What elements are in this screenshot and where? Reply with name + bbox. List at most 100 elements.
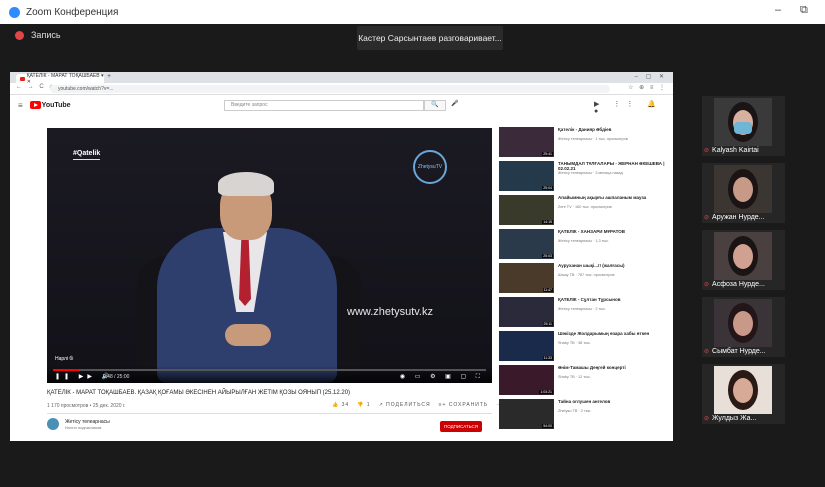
youtube-logo[interactable]: YouTube [29, 101, 71, 109]
search-input[interactable]: Введите запрос [224, 100, 424, 111]
video-title: ҚАТЕЛІК - МАРАТ ТОҚАШБАЕВ. ҚАЗАҚ ҚОҒАМЫ … [47, 390, 351, 396]
recommendation-meta: Жетісу телеарнасы · 1,3 тыс. [558, 239, 610, 243]
participant-tile[interactable]: ⊘ Жулдыз Жа... [702, 364, 785, 424]
menu-icon[interactable]: ≡ [18, 101, 23, 110]
participant-video [714, 366, 772, 414]
recommendation-title[interactable]: Шәкізде Жолдарымың өзара хабы өткен [558, 331, 668, 341]
recommendation-meta: Shaby ТВ · 38 тыс. [558, 341, 591, 345]
header-right-icons[interactable]: ▶ ⋮⋮ 🔔 ● [594, 100, 673, 115]
participant-name-label: Сымбат Нурде... [712, 348, 766, 355]
recommendation-meta: Zere TV · 160 тыс. просмотров [558, 205, 612, 209]
search-icon[interactable]: 🔍 [424, 100, 446, 111]
dislike-button[interactable]: 👎 1 [357, 402, 370, 408]
mic-icon[interactable]: 🎤 [451, 100, 458, 107]
participant-name: ⊘ Аружан Нурде... [704, 214, 765, 221]
participant-tile[interactable]: ⊘ Аружан Нурде... [702, 163, 785, 223]
participant-face [733, 378, 753, 403]
recommendation-title[interactable]: Қателік - Данияр Әбдіев [558, 127, 668, 137]
recommendation-item[interactable]: 11:47 Ауруханан шықі...!! (жалғасы) Шашу Т… [499, 263, 669, 297]
muted-mic-icon: ⊘ [704, 215, 710, 221]
recommendation-meta: Zhetysu ТВ · 2 тыс. [558, 409, 592, 413]
muted-mic-icon: ⊘ [704, 416, 710, 422]
recommendation-title[interactable]: Әнім-Тамашы Деңгей концерті [558, 365, 668, 375]
recommendation-title[interactable]: Тайна оглушен ангелов [558, 399, 668, 409]
participant-name: ⊘ Жулдыз Жа... [704, 415, 756, 422]
video-duration: 1:03:21 [539, 390, 553, 394]
browser-tab[interactable]: ҚАТЕЛІК - МАРАТ ТОҚАШБАЕВ ▾ ✕ [16, 73, 104, 85]
recommendation-thumbnail[interactable]: 25:03 [499, 229, 554, 259]
progress-fill [53, 369, 79, 371]
minimize-button[interactable]: – [775, 4, 781, 16]
recommendation-title[interactable]: ҚАТЕЛІК - ХАНЗАРИ МҰРАТОВ [558, 229, 668, 239]
participant-video [714, 165, 772, 213]
recommendation-thumbnail[interactable]: 25:11 [499, 297, 554, 327]
recommendation-thumbnail[interactable]: 25:04 [499, 161, 554, 191]
video-player[interactable]: #Qatelik ZhetysuTV www.zhetysutv.kz Нарл… [47, 128, 492, 383]
recommendation-meta: Жетісу телеарнасы · 3 месяца назад [558, 171, 623, 175]
url-field[interactable]: youtube.com/watch?v=... [50, 85, 610, 93]
speaker-hair [218, 172, 274, 196]
participant-face [733, 311, 753, 336]
participant-tile[interactable]: ⊘ Асфоза Нурде... [702, 230, 785, 290]
browser-tab-bar: ҚАТЕЛІК - МАРАТ ТОҚАШБАЕВ ▾ ✕ + – ▢ ✕ [10, 72, 673, 85]
maximize-button[interactable]: ⧉ [800, 4, 808, 17]
recommendation-thumbnail[interactable]: 14:15 [499, 195, 554, 225]
save-button[interactable]: ≡+ СОХРАНИТЬ [439, 402, 489, 408]
watermark-url: www.zhetysutv.kz [347, 306, 433, 318]
extensions-icons[interactable]: ☆ ⊕ ≡ ⋮ [628, 84, 667, 91]
video-duration: 25:03 [542, 254, 553, 258]
recommendation-item[interactable]: 1:03:21 Әнім-Тамашы Деңгей концерті Shaby … [499, 365, 669, 399]
recommendation-item[interactable]: 11:33 Шәкізде Жолдарымың өзара хабы өткен… [499, 331, 669, 365]
progress-bar[interactable] [53, 369, 486, 371]
share-button[interactable]: ↗ ПОДЕЛИТЬСЯ [379, 402, 431, 408]
participant-tile[interactable]: ⊘ Сымбат Нурде... [702, 297, 785, 357]
player-settings-controls[interactable]: ◉ ▭ ⚙ ▣ ▢ ⛶ [400, 373, 484, 381]
recording-indicator[interactable]: Запись [15, 30, 61, 40]
participant-name-label: Kalyash Kairtai [712, 147, 759, 154]
recommendation-thumbnail[interactable]: 11:33 [499, 331, 554, 361]
participant-name: ⊘ Kalyash Kairtai [704, 147, 759, 154]
recommendation-thumbnail[interactable]: 1:03:21 [499, 365, 554, 395]
screen-share: ҚАТЕЛІК - МАРАТ ТОҚАШБАЕВ ▾ ✕ + – ▢ ✕ ← … [10, 72, 673, 441]
participant-tile[interactable]: ⊘ Kalyash Kairtai [702, 96, 785, 156]
recommendation-item[interactable]: 25:11 ҚАТЕЛІК - Сұлтан Тұрсынов Жетісу тел… [499, 297, 669, 331]
recommendation-thumbnail[interactable]: 25:41 [499, 127, 554, 157]
recommendation-meta: Жетісу телеарнасы · 2 тыс. [558, 307, 606, 311]
participant-name-label: Асфоза Нурде... [712, 281, 765, 288]
video-duration: 11:33 [542, 356, 553, 360]
show-hashtag: #Qatelik [73, 150, 101, 160]
title-bar: Zoom Конференция – ⧉ [0, 0, 825, 24]
participant-face [733, 177, 753, 202]
recommendation-thumbnail[interactable]: 11:47 [499, 263, 554, 293]
channel-info: Жетісу телеарнасы Nnnnn подписчиков [47, 418, 110, 430]
recommendation-item[interactable]: 25:41 Қателік - Данияр Әбдіев Жетісу телеа… [499, 127, 669, 161]
video-duration: 25:41 [542, 152, 553, 156]
recommendations-list: 25:41 Қателік - Данияр Әбдіев Жетісу телеа… [499, 127, 669, 439]
video-meta: 1 170 просмотров • 25 дек. 2020 г. [47, 403, 126, 409]
recommendation-title[interactable]: Ауруханан шықі...!! (жалғасы) [558, 263, 668, 273]
channel-avatar[interactable] [47, 418, 59, 430]
channel-name[interactable]: Жетісу телеарнасы [65, 419, 110, 425]
recommendation-item[interactable]: 25:03 ҚАТЕЛІК - ХАНЗАРИ МҰРАТОВ Жетісу тел… [499, 229, 669, 263]
participant-name-label: Аружан Нурде... [712, 214, 765, 221]
youtube-favicon-icon [20, 76, 25, 81]
participant-face [733, 244, 753, 269]
participant-name: ⊘ Асфоза Нурде... [704, 281, 765, 288]
recommendation-item[interactable]: 14:15 Апайымның ақырғы ашпаланым мауза Zer… [499, 195, 669, 229]
like-button[interactable]: 👍 34 [332, 402, 349, 408]
recommendation-title[interactable]: Апайымның ақырғы ашпаланым мауза [558, 195, 668, 205]
recommendation-item[interactable]: 25:04 ТАНЫМДАЛ ТҰЛҒАЛАРЫ - ЖЕРНАН ӘКЕШЕВА… [499, 161, 669, 195]
participant-name: ⊘ Сымбат Нурде... [704, 348, 766, 355]
subscribe-button[interactable]: ПОДПИСАТЬСЯ [440, 421, 482, 432]
new-tab-button[interactable]: + [107, 73, 111, 80]
recommendation-title[interactable]: ТАНЫМДАЛ ТҰЛҒАЛАРЫ - ЖЕРНАН ӘКЕШЕВА | 02… [558, 161, 668, 171]
recommendation-thumbnail[interactable]: 54:00 [499, 399, 554, 429]
recommendation-item[interactable]: 54:00 Тайна оглушен ангелов Zhetysu ТВ · 2… [499, 399, 669, 433]
video-duration: 25:04 [542, 186, 553, 190]
player-controls: ❚❚ ▶▶ 🔊 0:48 / 25:00 ◉ ▭ ⚙ ▣ ▢ ⛶ [47, 366, 492, 383]
recommendation-meta: Shaby ТВ · 12 тыс. [558, 375, 591, 379]
participant-video [714, 98, 772, 146]
browser-window-controls[interactable]: – ▢ ✕ [635, 73, 667, 80]
recommendation-title[interactable]: ҚАТЕЛІК - Сұлтан Тұрсынов [558, 297, 668, 307]
muted-mic-icon: ⊘ [704, 282, 710, 288]
